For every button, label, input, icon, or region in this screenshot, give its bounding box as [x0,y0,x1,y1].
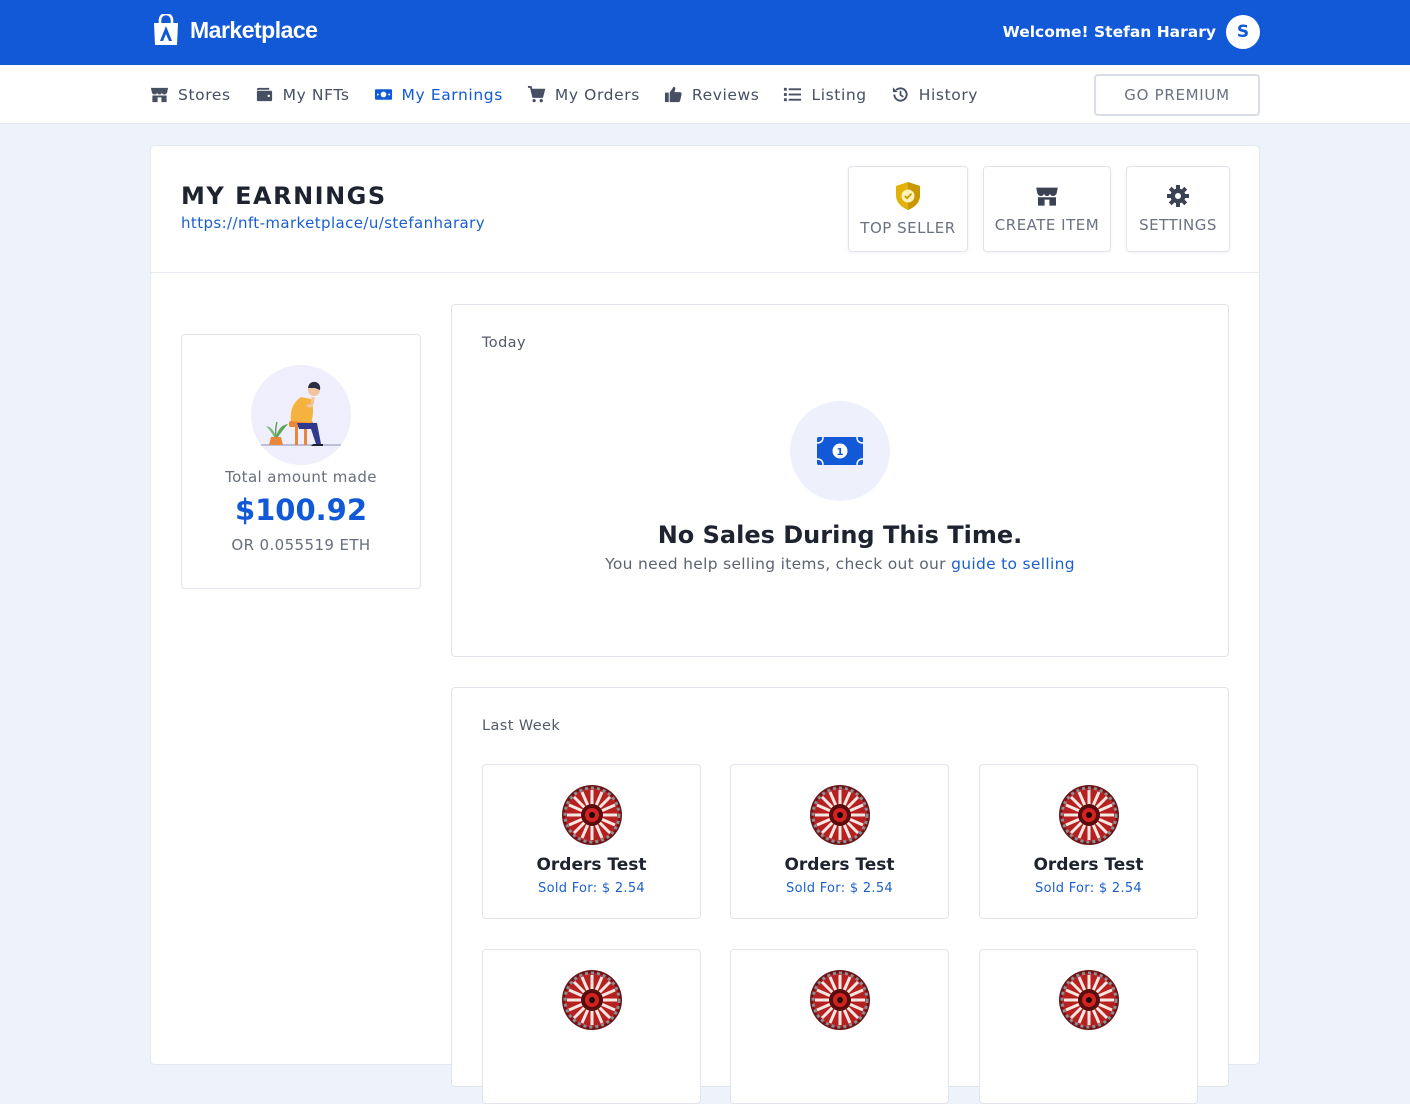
nav-list: Stores My NFTs My Earnings My Orders Rev… [150,65,1002,124]
create-item-label: CREATE ITEM [994,216,1100,234]
sale-name: Orders Test [536,855,647,875]
sale-name: Orders Test [1033,855,1144,875]
shield-check-icon [896,182,920,210]
nav-item-stores[interactable]: Stores [150,85,231,104]
nav-label: History [918,85,979,104]
nav-item-reviews[interactable]: Reviews [664,85,760,104]
nav-item-my-earnings[interactable]: My Earnings [374,85,503,104]
sale-name: Orders Test [784,855,895,875]
nav-item-history[interactable]: History [891,85,978,104]
sale-card[interactable]: Orders Test Sold For: $ 2.54 [979,764,1198,919]
svg-text:1: 1 [837,447,844,458]
nft-thumbnail [1058,969,1120,1031]
top-bar: Marketplace Welcome! Stefan Harary S [0,0,1410,65]
avatar[interactable]: S [1226,15,1260,49]
cart-icon [527,85,546,103]
thumbs-up-icon [664,86,682,103]
sale-card[interactable]: Orders Test Sold For: $ 2.54 [482,764,701,919]
thinking-person-illustration [251,365,351,465]
nav-label: Reviews [691,85,760,104]
money-bill-icon [374,89,392,100]
nft-thumbnail [561,969,623,1031]
card-header: MY EARNINGS https://nft-marketplace/u/st… [151,146,1259,273]
total-eth: OR 0.055519 ETH [231,536,371,554]
nav-label: Listing [811,85,867,104]
empty-state-title: No Sales During This Time. [657,521,1023,549]
guide-to-selling-link[interactable]: guide to selling [951,555,1075,573]
wallet-icon [256,87,272,102]
brand[interactable]: Marketplace [150,14,318,46]
sale-price: Sold For: $ 2.54 [538,881,645,896]
top-seller-label: TOP SELLER [860,219,956,237]
list-icon [784,87,802,102]
nav-item-my-nfts[interactable]: My NFTs [255,85,350,104]
user-menu[interactable]: Welcome! Stefan Harary S [1003,15,1260,49]
panel-title: Today [482,335,526,351]
sale-price: Sold For: $ 2.54 [786,881,893,896]
total-value: $100.92 [234,493,368,527]
total-earnings-box: Total amount made $100.92 OR 0.055519 ET… [181,334,421,589]
shopping-bag-logo-icon [154,14,178,45]
earnings-card: MY EARNINGS https://nft-marketplace/u/st… [150,145,1260,1104]
nav-bar: Stores My NFTs My Earnings My Orders Rev… [0,65,1410,124]
nav-item-listing[interactable]: Listing [783,85,866,104]
store-icon [150,87,169,103]
empty-state-icon-wrap: 1 [790,401,890,501]
last-week-panel: Last Week Orders Test Sold For: $ 2.54 O… [451,687,1229,1104]
nav-label: My Orders [554,85,640,104]
money-bill-icon: 1 [817,437,863,465]
go-premium-button[interactable]: GO PREMIUM [1094,74,1260,116]
create-item-button[interactable]: CREATE ITEM [983,166,1111,252]
nft-thumbnail [809,969,871,1031]
panel-title: Last Week [482,718,561,734]
welcome-text: Welcome! Stefan Harary [1002,23,1216,41]
settings-button[interactable]: SETTINGS [1126,166,1230,252]
nav-label: My Earnings [401,85,503,104]
today-panel: Today 1 No Sales During This Time. You n… [451,304,1229,657]
profile-link[interactable]: https://nft-marketplace/u/stefanharary [181,214,485,232]
empty-state-text: You need help selling items, check out o… [452,555,1228,573]
gear-icon [1167,185,1189,207]
nft-thumbnail [809,784,871,846]
sale-card[interactable]: Orders Test Sold For: $ 2.54 [730,764,949,919]
nav-label: My NFTs [282,85,350,104]
nft-thumbnail [1058,784,1120,846]
nft-thumbnail [561,784,623,846]
history-icon [892,87,908,102]
settings-label: SETTINGS [1139,216,1217,234]
total-label: Total amount made [225,468,377,486]
store-icon [1036,187,1058,206]
nav-item-my-orders[interactable]: My Orders [527,85,640,104]
sale-price: Sold For: $ 2.54 [1035,881,1142,896]
empty-state-message: You need help selling items, check out o… [605,555,946,573]
page-title: MY EARNINGS [181,182,387,210]
top-seller-button[interactable]: TOP SELLER [848,166,968,252]
brand-name: Marketplace [190,16,318,43]
nav-label: Stores [178,85,231,104]
